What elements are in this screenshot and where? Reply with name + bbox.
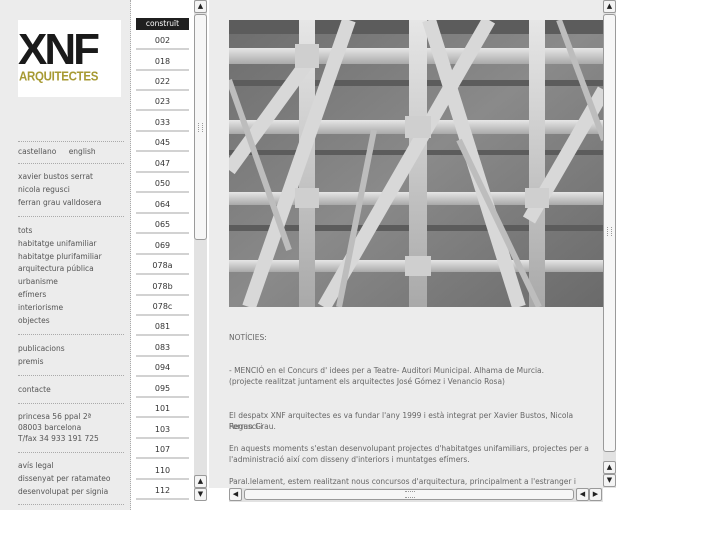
language-switcher: castellano english (18, 147, 96, 157)
project-list-heading: construït (136, 18, 189, 30)
project-item-078a[interactable]: 078a (136, 259, 189, 275)
horizontal-scrollbar-thumb[interactable] (244, 489, 574, 500)
category-link-efimers[interactable]: efímers (18, 290, 46, 300)
projects-paragraph-line2: l'administració així com disseny d'inter… (229, 455, 470, 464)
category-link-urbanisme[interactable]: urbanisme (18, 277, 58, 287)
project-item-078c[interactable]: 078c (136, 300, 189, 316)
content-scrollbar[interactable]: ▲ ▲ ▼ (603, 0, 616, 488)
scroll-down-button[interactable]: ▼ (603, 474, 616, 487)
project-item-107[interactable]: 107 (136, 443, 189, 459)
scroll-down-button[interactable]: ▼ (194, 488, 207, 501)
project-item-069[interactable]: 069 (136, 239, 189, 255)
person-link-xavier[interactable]: xavier bustos serrat (18, 172, 93, 182)
project-item-101[interactable]: 101 (136, 402, 189, 418)
lang-english-link[interactable]: english (69, 147, 96, 156)
steel-structure-image (229, 20, 604, 307)
project-item-045[interactable]: 045 (136, 136, 189, 152)
scroll-up-button[interactable]: ▲ (603, 461, 616, 474)
divider (18, 403, 124, 404)
project-number-list: construït 002 018 022 023 033 045 047 05… (132, 0, 193, 510)
news-item-line: - MENCIÓ en el Concurs d' idees per a Te… (229, 366, 545, 375)
news-title: NOTÍCIES: (229, 333, 267, 342)
project-item-081[interactable]: 081 (136, 320, 189, 336)
publications-link[interactable]: publicacions (18, 344, 65, 354)
contact-link[interactable]: contacte (18, 385, 51, 395)
address-city: 08003 barcelona (18, 423, 82, 432)
projects-paragraph-line1: En aquests moments s'estan desenvolupant… (229, 444, 589, 453)
content-panel: NOTÍCIES: - MENCIÓ en el Concurs d' idee… (209, 0, 604, 497)
project-item-083[interactable]: 083 (136, 341, 189, 357)
project-item-022[interactable]: 022 (136, 75, 189, 91)
grip-icon (198, 123, 203, 132)
divider (18, 334, 124, 335)
project-item-094[interactable]: 094 (136, 361, 189, 377)
category-link-interiorisme[interactable]: interiorisme (18, 303, 63, 313)
scroll-up-button[interactable]: ▲ (194, 0, 207, 13)
project-item-095[interactable]: 095 (136, 382, 189, 398)
divider (18, 141, 124, 142)
project-item-033[interactable]: 033 (136, 116, 189, 132)
divider (18, 452, 124, 453)
category-link-plurifamiliar[interactable]: habitatge plurifamiliar (18, 252, 102, 262)
logo[interactable]: XNF ARQUITECTES (18, 20, 121, 97)
address-line: princesa 56 ppal 2ª (18, 412, 92, 421)
address-phone: T/fax 34 933 191 725 (18, 434, 99, 443)
scrollbar-thumb[interactable] (194, 14, 207, 240)
category-link-unifamiliar[interactable]: habitatge unifamiliar (18, 239, 97, 249)
category-link-objectes[interactable]: objectes (18, 316, 50, 326)
scroll-left-button[interactable]: ◀ (229, 488, 242, 501)
designer-credit-link[interactable]: dissenyat per ratamateo (18, 474, 111, 484)
scrollbar-thumb[interactable] (603, 14, 616, 452)
project-item-103[interactable]: 103 (136, 423, 189, 439)
category-link-tots[interactable]: tots (18, 226, 32, 236)
project-photo (229, 20, 604, 307)
project-list-scrollbar[interactable]: ▲ ▲ ▼ (194, 0, 207, 501)
sidebar: XNF ARQUITECTES castellano english xavie… (0, 0, 131, 510)
divider (18, 216, 124, 217)
grip-icon (607, 227, 612, 236)
project-item-064[interactable]: 064 (136, 198, 189, 214)
project-item-065[interactable]: 065 (136, 218, 189, 234)
lang-castellano-link[interactable]: castellano (18, 147, 56, 156)
project-item-018[interactable]: 018 (136, 55, 189, 71)
project-item-050[interactable]: 050 (136, 177, 189, 193)
divider (18, 163, 124, 164)
category-link-publica[interactable]: arquitectura pública (18, 264, 94, 274)
project-item-047[interactable]: 047 (136, 157, 189, 173)
divider (18, 504, 124, 505)
scroll-up-button[interactable]: ▲ (603, 0, 616, 13)
logo-subtitle: ARQUITECTES (19, 70, 99, 84)
project-item-112[interactable]: 112 (136, 484, 189, 500)
project-item-023[interactable]: 023 (136, 95, 189, 111)
developer-credit-link[interactable]: desenvolupat per signia (18, 487, 108, 497)
scroll-right-button[interactable]: ▶ (589, 488, 602, 501)
news-item-note: (projecte realitzat juntament els arquit… (229, 377, 505, 386)
project-item-110[interactable]: 110 (136, 464, 189, 480)
scroll-up-button[interactable]: ▲ (194, 475, 207, 488)
divider (18, 375, 124, 376)
about-paragraph-line2: Ferran Grau. (229, 422, 276, 431)
logo-mark: XNF (18, 25, 100, 74)
legal-notice-link[interactable]: avís legal (18, 461, 54, 471)
person-link-ferran[interactable]: ferran grau valldosera (18, 198, 101, 208)
scroll-left-button[interactable]: ◀ (576, 488, 589, 501)
awards-link[interactable]: premis (18, 357, 44, 367)
person-link-nicola[interactable]: nicola regusci (18, 185, 70, 195)
grip-icon (405, 491, 415, 498)
content-horizontal-scrollbar[interactable]: ◀ ◀ ▶ (229, 488, 603, 502)
project-item-002[interactable]: 002 (136, 34, 189, 50)
project-item-078b[interactable]: 078b (136, 280, 189, 296)
